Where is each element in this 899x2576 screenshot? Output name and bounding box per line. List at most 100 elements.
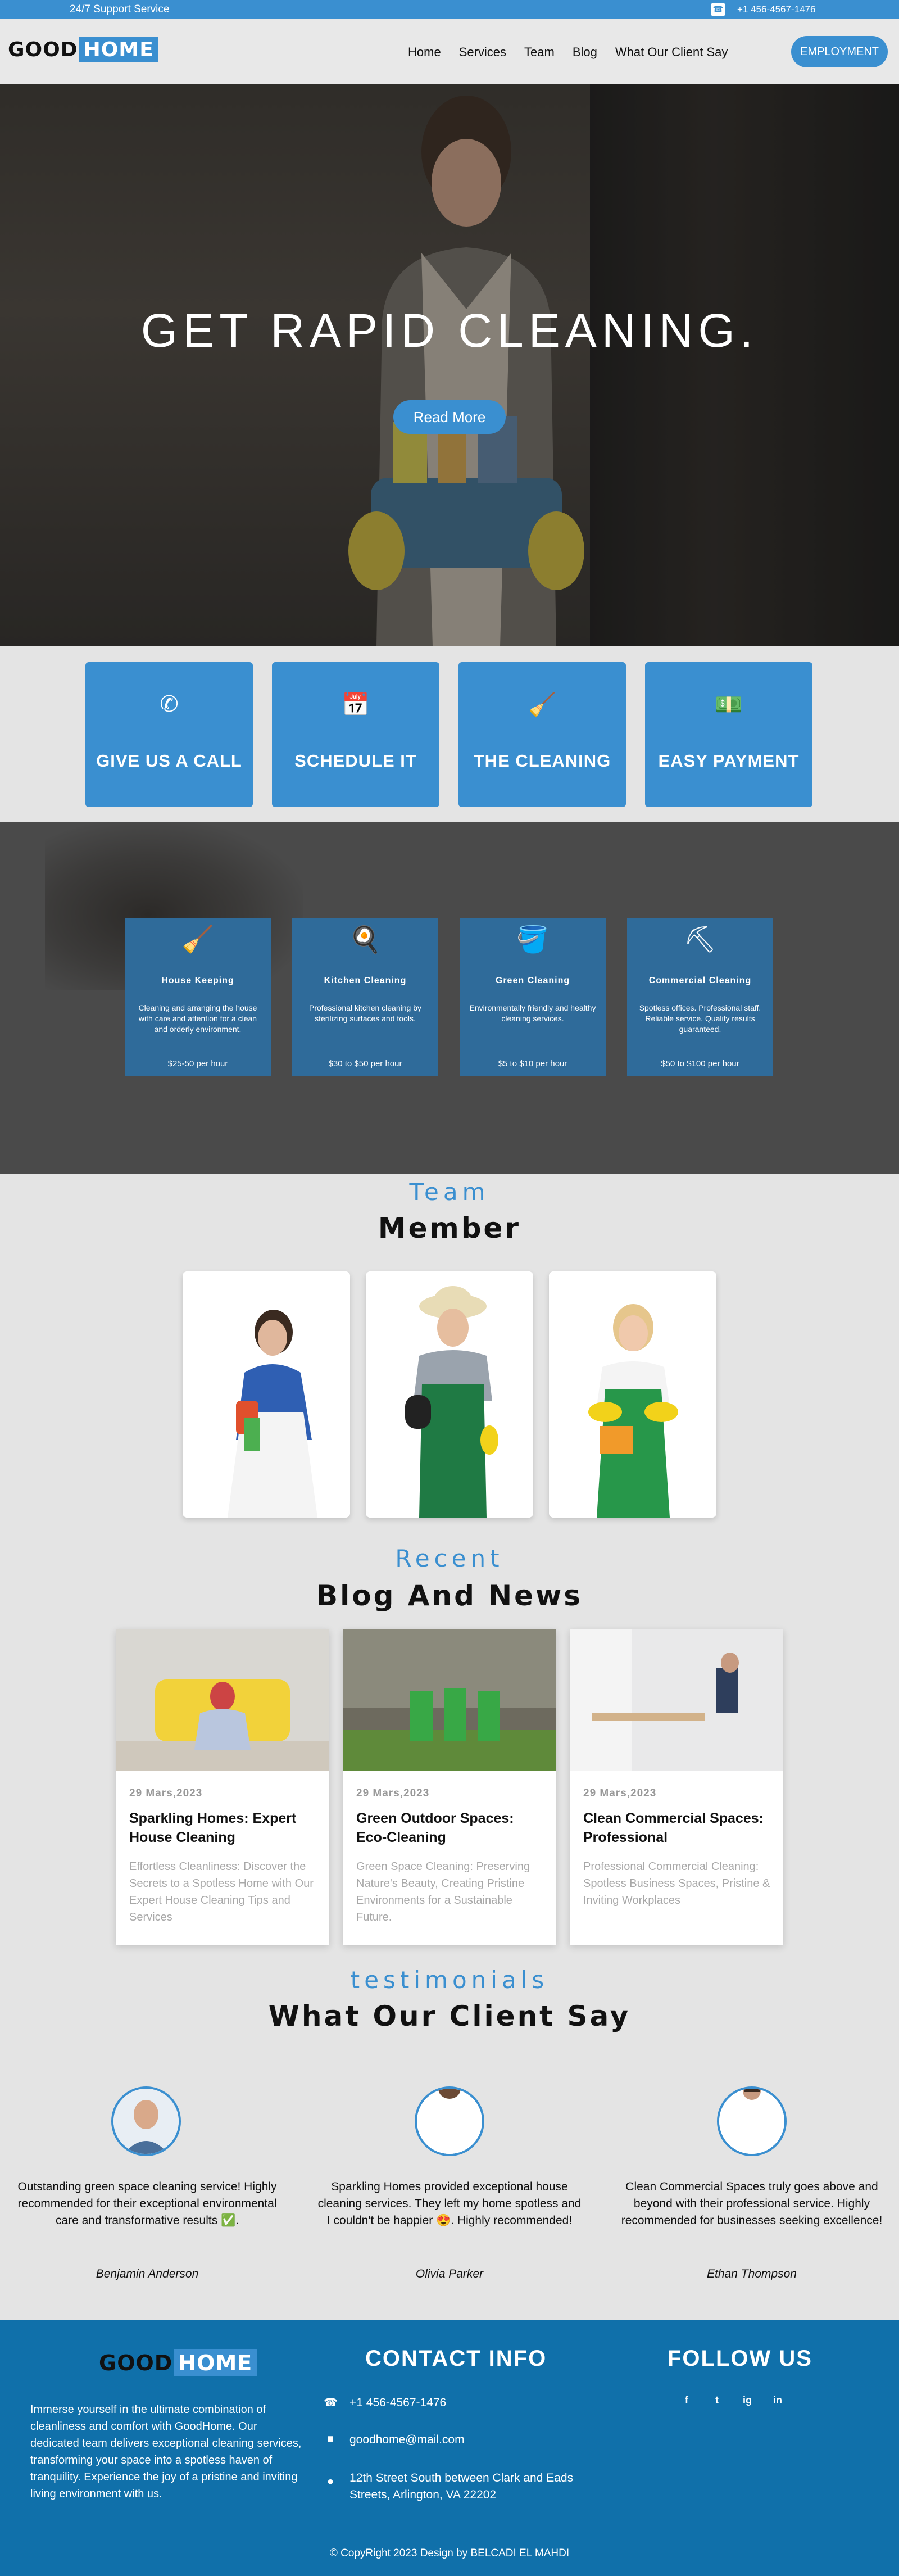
hero-section: GET RAPID CLEANING. Read More xyxy=(0,84,899,646)
logo-good: GOOD xyxy=(99,2351,173,2375)
feature-payment[interactable]: 💵 EASY PAYMENT xyxy=(645,662,812,807)
blog-subtitle: Recent xyxy=(395,1545,504,1572)
hero-overlay xyxy=(0,84,899,646)
copyright: © CopyRight 2023 Design by BELCADI EL MA… xyxy=(329,2547,570,2559)
testimonial-quote: Outstanding green space cleaning service… xyxy=(17,2180,277,2227)
feature-label: THE CLEANING xyxy=(473,751,611,771)
service-card[interactable]: 🪣 Green Cleaning Environmentally friendl… xyxy=(460,918,606,1076)
footer-email[interactable]: goodhome@mail.com xyxy=(349,2432,465,2448)
support-text: 24/7 Support Service xyxy=(70,3,170,15)
service-price: $50 to $100 per hour xyxy=(661,1059,739,1069)
linkedin-icon[interactable]: in xyxy=(770,2392,786,2408)
blog-card[interactable]: 29 Mars,2023 Sparkling Homes: Expert Hou… xyxy=(116,1629,329,1945)
feature-cleaning[interactable]: 🧹 THE CLEANING xyxy=(458,662,626,807)
service-desc: Environmentally friendly and healthy cle… xyxy=(469,1003,596,1023)
money-bill-icon: 💵 xyxy=(715,692,743,717)
blog-post-title[interactable]: Green Outdoor Spaces: Eco-Cleaning xyxy=(356,1809,545,1847)
service-desc: Professional kitchen cleaning by sterili… xyxy=(308,1003,421,1023)
feature-label: GIVE US A CALL xyxy=(96,751,242,771)
service-desc: Cleaning and arranging the house with ca… xyxy=(138,1003,257,1034)
blog-post-desc: Green Space Cleaning: Preserving Nature'… xyxy=(356,1860,530,1923)
service-card[interactable]: 🍳 Kitchen Cleaning Professional kitchen … xyxy=(292,918,438,1076)
facebook-icon[interactable]: f xyxy=(679,2392,694,2408)
service-title: Commercial Cleaning xyxy=(648,976,752,985)
contact-title: CONTACT INFO xyxy=(365,2346,547,2371)
team-member-card[interactable] xyxy=(366,1271,533,1518)
blog-post-desc: Professional Commercial Cleaning: Spotle… xyxy=(583,1860,770,1907)
blog-image xyxy=(116,1629,329,1771)
team-subtitle: Team xyxy=(409,1178,490,1206)
footer-about: Immerse yourself in the ultimate combina… xyxy=(30,2403,302,2500)
team-member-card[interactable] xyxy=(549,1271,716,1518)
blog-date: 29 Mars,2023 xyxy=(129,1787,203,1799)
avatar xyxy=(415,2086,484,2156)
blog-title: Blog And News xyxy=(316,1579,583,1612)
avatar xyxy=(717,2086,787,2156)
testimonial-quote: Sparkling Homes provided exceptional hou… xyxy=(317,2180,582,2227)
service-title: Kitchen Cleaning xyxy=(324,976,407,985)
bucket-icon: 🪣 xyxy=(516,925,549,954)
phone-icon: ☎ xyxy=(324,2397,338,2409)
topbar-phone[interactable]: +1 456-4567-1476 xyxy=(737,4,815,15)
employment-button[interactable]: EMPLOYMENT xyxy=(791,36,888,67)
nav-menu: Home Services Team Blog What Our Client … xyxy=(408,45,746,60)
footer-phone[interactable]: +1 456-4567-1476 xyxy=(349,2394,446,2411)
blog-post-desc: Effortless Cleanliness: Discover the Sec… xyxy=(129,1860,314,1923)
hero-title: GET RAPID CLEANING. xyxy=(140,304,759,357)
service-desc: Spotless offices. Professional staff. Re… xyxy=(639,1003,761,1034)
nav-client-say[interactable]: What Our Client Say xyxy=(615,45,728,60)
broom-icon: 🧹 xyxy=(528,692,556,717)
blog-post-title[interactable]: Clean Commercial Spaces: Professional xyxy=(583,1809,772,1847)
testimonial-name: Ethan Thompson xyxy=(707,2267,797,2280)
blog-card[interactable]: 29 Mars,2023 Green Outdoor Spaces: Eco-C… xyxy=(343,1629,556,1945)
feature-schedule[interactable]: 📅 SCHEDULE IT xyxy=(272,662,439,807)
follow-title: FOLLOW US xyxy=(668,2346,812,2371)
blog-date: 29 Mars,2023 xyxy=(583,1787,657,1799)
footer-address: 12th Street South between Clark and Eads… xyxy=(349,2471,574,2501)
service-price: $30 to $50 per hour xyxy=(328,1059,402,1069)
avatar xyxy=(111,2086,181,2156)
footer: GOOD HOME Immerse yourself in the ultimat… xyxy=(0,2320,899,2576)
blog-post-title[interactable]: Sparkling Homes: Expert House Cleaning xyxy=(129,1809,318,1847)
instagram-icon[interactable]: ig xyxy=(739,2392,755,2408)
testimonials-subtitle: testimonials xyxy=(350,1966,549,1994)
vacuum-icon: ⛏ xyxy=(683,925,717,954)
team-member-photo xyxy=(366,1271,533,1518)
top-bar: 24/7 Support Service ☎ +1 456-4567-1476 xyxy=(0,0,899,19)
testimonial-name: Olivia Parker xyxy=(415,2267,484,2280)
logo-home: HOME xyxy=(174,2349,257,2376)
kitchen-cleaning-icon: 🍳 xyxy=(349,925,382,954)
service-card[interactable]: 🧹 House Keeping Cleaning and arranging t… xyxy=(125,918,271,1076)
blog-image xyxy=(343,1629,556,1771)
feature-call[interactable]: ✆ GIVE US A CALL xyxy=(85,662,253,807)
testimonials-title: What Our Client Say xyxy=(268,2000,631,2032)
navbar: GOOD HOME Home Services Team Blog What Ou… xyxy=(0,19,899,84)
team-title: Member xyxy=(378,1212,521,1244)
blog-date: 29 Mars,2023 xyxy=(356,1787,430,1799)
feature-label: SCHEDULE IT xyxy=(294,751,417,771)
twitter-icon[interactable]: t xyxy=(709,2392,725,2408)
cleaning-supplies-icon: 🧹 xyxy=(181,925,214,954)
logo-good: GOOD xyxy=(8,38,78,61)
team-member-photo xyxy=(183,1271,350,1518)
read-more-button[interactable]: Read More xyxy=(393,400,506,434)
nav-blog[interactable]: Blog xyxy=(573,45,597,60)
nav-team[interactable]: Team xyxy=(524,45,555,60)
footer-logo[interactable]: GOOD HOME xyxy=(99,2349,257,2376)
blog-card[interactable]: 29 Mars,2023 Clean Commercial Spaces: Pr… xyxy=(570,1629,783,1945)
logo-home: HOME xyxy=(79,37,158,62)
logo[interactable]: GOOD HOME xyxy=(8,37,158,62)
calendar-check-icon: 📅 xyxy=(342,692,370,717)
team-member-photo xyxy=(549,1271,716,1518)
services-section: 🧹 House Keeping Cleaning and arranging t… xyxy=(0,822,899,1174)
service-price: $5 to $10 per hour xyxy=(498,1059,567,1069)
service-price: $25-50 per hour xyxy=(167,1059,228,1069)
nav-services[interactable]: Services xyxy=(459,45,506,60)
service-title: House Keeping xyxy=(161,976,234,985)
service-title: Green Cleaning xyxy=(495,976,570,985)
blog-image xyxy=(570,1629,783,1771)
location-pin-icon: ● xyxy=(326,2475,334,2488)
nav-home[interactable]: Home xyxy=(408,45,441,60)
service-card[interactable]: ⛏ Commercial Cleaning Spotless offices. … xyxy=(627,918,773,1076)
team-member-card[interactable] xyxy=(183,1271,350,1518)
